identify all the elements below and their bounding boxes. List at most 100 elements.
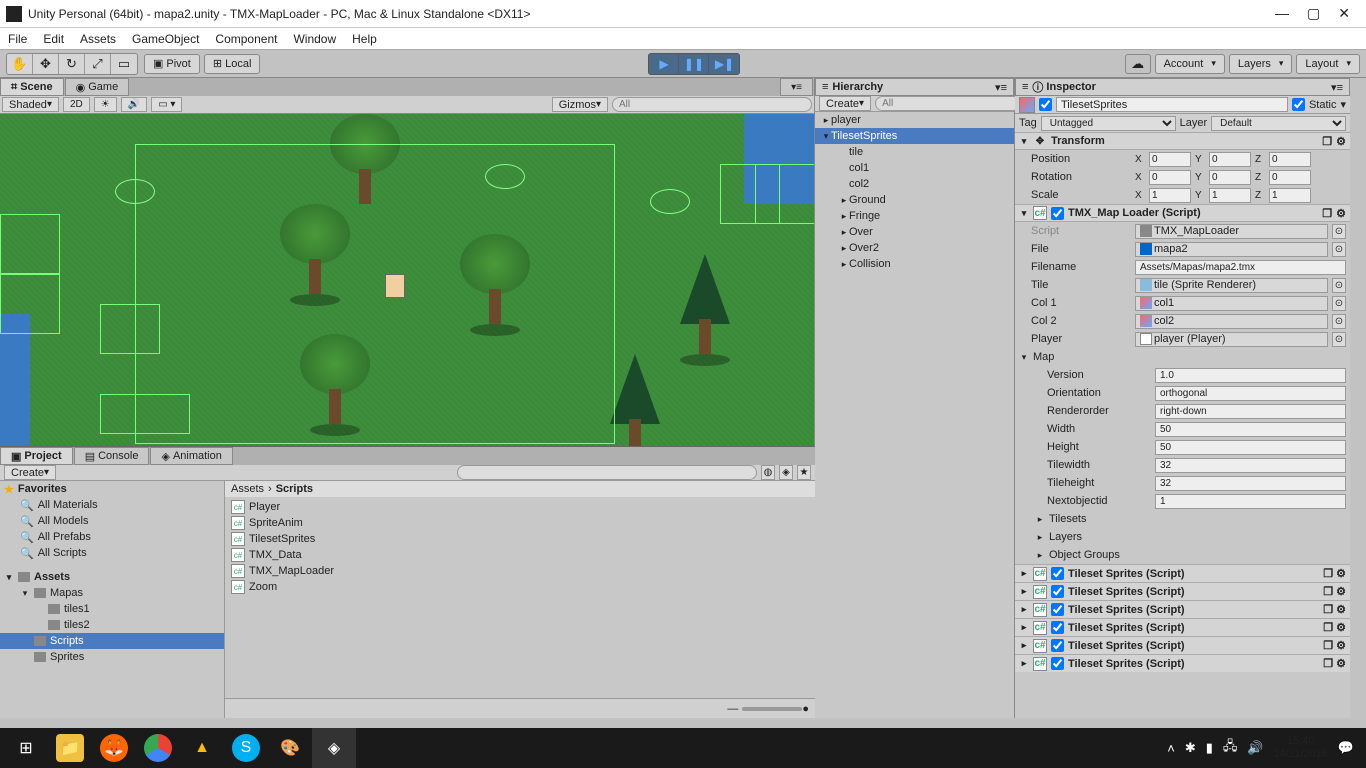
pivot-toggle[interactable]: ▣Pivot (144, 54, 200, 74)
tab-scene[interactable]: ⌗Scene (0, 78, 64, 96)
play-button[interactable]: ▶ (649, 54, 679, 74)
map-version[interactable] (1155, 368, 1346, 383)
hierarchy-search[interactable] (875, 96, 1021, 111)
minimize-button[interactable]: — (1275, 5, 1289, 22)
hierarchy-item-col1[interactable]: col1 (815, 160, 1014, 176)
hand-tool[interactable]: ✋ (7, 54, 33, 74)
assets-root[interactable]: ▾Assets (0, 569, 224, 585)
layer-select[interactable]: Default (1211, 116, 1346, 131)
gizmos-dropdown[interactable]: Gizmos ▾ (552, 97, 608, 112)
tileset-sprites-component-0[interactable]: ▸c# Tileset Sprites (Script)❐ ⚙ (1015, 564, 1350, 582)
explorer-icon[interactable]: 📁 (48, 728, 92, 768)
scl-y[interactable] (1209, 188, 1251, 203)
move-tool[interactable]: ✥ (33, 54, 59, 74)
folder-scripts[interactable]: Scripts (0, 633, 224, 649)
rotate-tool[interactable]: ↻ (59, 54, 85, 74)
scl-z[interactable] (1269, 188, 1311, 203)
folder-tiles1[interactable]: tiles1 (0, 601, 224, 617)
pos-x[interactable] (1149, 152, 1191, 167)
folder-mapas[interactable]: ▾Mapas (0, 585, 224, 601)
tileset-sprites-component-3[interactable]: ▸c# Tileset Sprites (Script)❐ ⚙ (1015, 618, 1350, 636)
pause-button[interactable]: ❚❚ (679, 54, 709, 74)
hierarchy-item-col2[interactable]: col2 (815, 176, 1014, 192)
pos-y[interactable] (1209, 152, 1251, 167)
start-button[interactable]: ⊞ (4, 728, 48, 768)
picker-icon[interactable]: ⊙ (1332, 278, 1346, 293)
loader-enabled[interactable] (1051, 207, 1064, 220)
map-layers[interactable]: ▸Layers (1015, 528, 1350, 546)
static-checkbox[interactable] (1292, 98, 1305, 111)
lighting-icon[interactable]: ☀ (94, 97, 117, 112)
tray-volume-icon[interactable]: 🔊 (1247, 740, 1263, 756)
picker-icon[interactable]: ⊙ (1332, 332, 1346, 347)
filename-input[interactable] (1135, 260, 1346, 275)
hierarchy-item-player[interactable]: ▸player (815, 112, 1014, 128)
map-orientation[interactable] (1155, 386, 1346, 401)
tray-chevron-icon[interactable]: ˄ (1167, 741, 1175, 756)
map-tileheight[interactable] (1155, 476, 1346, 491)
folder-tiles2[interactable]: tiles2 (0, 617, 224, 633)
file-player[interactable]: c#Player (227, 499, 813, 515)
picker-icon[interactable]: ⊙ (1332, 242, 1346, 257)
tray-network-icon[interactable]: 🖧 (1223, 737, 1238, 759)
maximize-button[interactable]: ▢ (1307, 5, 1320, 22)
tab-project[interactable]: ▣Project (0, 447, 73, 465)
layers-dropdown[interactable]: Layers (1229, 54, 1293, 74)
favorite-all-models[interactable]: 🔍All Models (0, 513, 224, 529)
filter-type-icon[interactable]: ◈ (779, 465, 793, 480)
rot-x[interactable] (1149, 170, 1191, 185)
tileset-sprites-component-4[interactable]: ▸c# Tileset Sprites (Script)❐ ⚙ (1015, 636, 1350, 654)
map-foldout[interactable]: ▾Map (1015, 348, 1350, 366)
file-tmx_data[interactable]: c#TMX_Data (227, 547, 813, 563)
firefox-icon[interactable]: 🦊 (92, 728, 136, 768)
file-tmx_maploader[interactable]: c#TMX_MapLoader (227, 563, 813, 579)
tmx-loader-component[interactable]: ▾c# TMX_Map Loader (Script) ❐ ⚙ (1015, 204, 1350, 222)
scene-search[interactable] (612, 97, 812, 112)
unity-taskbar-icon[interactable]: ◈ (312, 728, 356, 768)
scale-tool[interactable]: ⤢ (85, 54, 111, 74)
breadcrumb-scripts[interactable]: Scripts (276, 483, 313, 495)
folder-sprites[interactable]: Sprites (0, 649, 224, 665)
active-checkbox[interactable] (1039, 98, 1052, 111)
hierarchy-item-over[interactable]: ▸Over (815, 224, 1014, 240)
hierarchy-item-tilesetsprites[interactable]: ▾TilesetSprites (815, 128, 1014, 144)
project-create[interactable]: Create ▾ (4, 465, 56, 480)
map-tilesets[interactable]: ▸Tilesets (1015, 510, 1350, 528)
map-renderorder[interactable] (1155, 404, 1346, 419)
scene-viewport[interactable] (0, 114, 814, 446)
notifications-icon[interactable]: 💬 (1338, 740, 1354, 756)
layout-dropdown[interactable]: Layout (1296, 54, 1360, 74)
breadcrumb-assets[interactable]: Assets (231, 483, 264, 495)
rect-tool[interactable]: ▭ (111, 54, 137, 74)
hierarchy-item-fringe[interactable]: ▸Fringe (815, 208, 1014, 224)
picker-icon[interactable]: ⊙ (1332, 314, 1346, 329)
menu-assets[interactable]: Assets (80, 32, 116, 46)
map-height[interactable] (1155, 440, 1346, 455)
hierarchy-create[interactable]: Create ▾ (819, 96, 871, 111)
tileset-sprites-component-1[interactable]: ▸c# Tileset Sprites (Script)❐ ⚙ (1015, 582, 1350, 600)
file-tilesetsprites[interactable]: c#TilesetSprites (227, 531, 813, 547)
tag-select[interactable]: Untagged (1041, 116, 1176, 131)
save-filter-icon[interactable]: ★ (797, 465, 811, 480)
help-icon[interactable]: ❐ (1322, 135, 1332, 148)
close-button[interactable]: ✕ (1338, 5, 1350, 22)
taskbar-clock[interactable]: 15:40 14/11/2016 (1274, 735, 1328, 761)
tab-game[interactable]: ◉Game (65, 78, 130, 96)
help-icon[interactable]: ❐ (1322, 207, 1332, 220)
menu-edit[interactable]: Edit (43, 32, 64, 46)
rot-y[interactable] (1209, 170, 1251, 185)
tab-animation[interactable]: ◈Animation (150, 447, 232, 465)
tray-bluetooth-icon[interactable]: ✱ (1185, 740, 1196, 756)
object-name-input[interactable] (1056, 97, 1288, 112)
menu-window[interactable]: Window (293, 32, 336, 46)
favorite-all-materials[interactable]: 🔍All Materials (0, 497, 224, 513)
rot-z[interactable] (1269, 170, 1311, 185)
local-toggle[interactable]: ⊞Local (204, 54, 261, 74)
gear-icon[interactable]: ⚙ (1336, 207, 1346, 220)
toggle-2d[interactable]: 2D (63, 97, 90, 112)
gimp-icon[interactable]: 🎨 (268, 728, 312, 768)
gear-icon[interactable]: ⚙ (1336, 135, 1346, 148)
favorite-all-prefabs[interactable]: 🔍All Prefabs (0, 529, 224, 545)
hierarchy-item-collision[interactable]: ▸Collision (815, 256, 1014, 272)
hierarchy-item-ground[interactable]: ▸Ground (815, 192, 1014, 208)
